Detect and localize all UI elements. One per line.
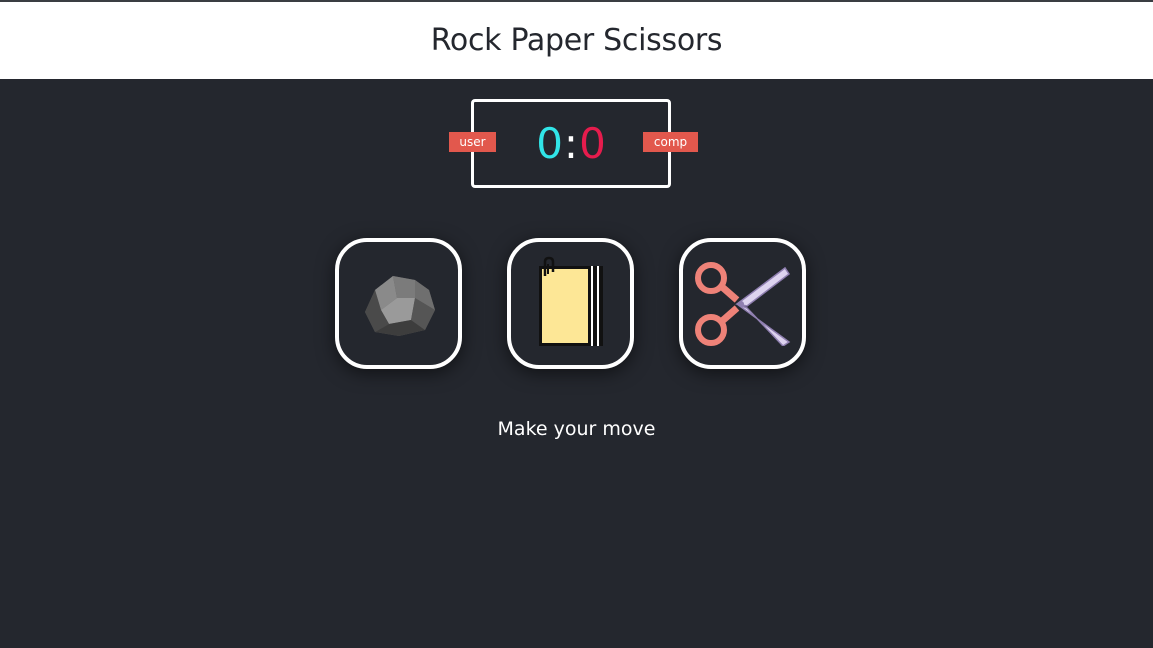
status-message: Make your move <box>497 418 656 440</box>
comp-score: 0 <box>579 119 606 168</box>
paper-button[interactable] <box>507 238 634 369</box>
user-score: 0 <box>536 119 563 168</box>
rock-button[interactable] <box>335 238 462 369</box>
score-display: 0:0 <box>471 116 671 172</box>
scissors-button[interactable] <box>679 238 806 369</box>
paper-icon <box>538 256 603 346</box>
rock-icon <box>364 275 435 336</box>
page-header: Rock Paper Scissors <box>0 2 1153 79</box>
page-title: Rock Paper Scissors <box>430 23 723 58</box>
score-separator: : <box>563 119 579 168</box>
scissors-icon <box>694 261 790 346</box>
